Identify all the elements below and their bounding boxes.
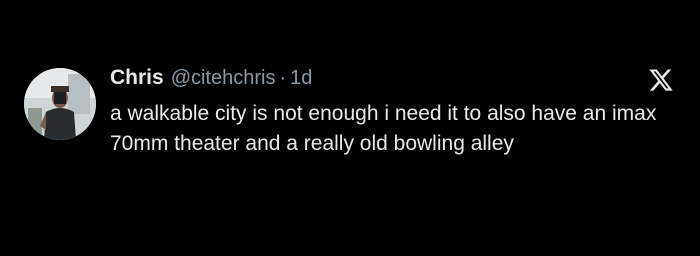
timestamp[interactable]: 1d <box>290 67 312 90</box>
user-handle[interactable]: @citehchris <box>171 67 276 90</box>
tweet-card: Chris @citehchris · 1d a walkable city i… <box>0 0 700 256</box>
avatar-photo-icon <box>24 68 96 140</box>
tweet-text: a walkable city is not enough i need it … <box>110 102 657 155</box>
tweet-header: Chris @citehchris · 1d <box>110 66 312 92</box>
x-logo-icon <box>648 67 674 93</box>
display-name[interactable]: Chris <box>110 66 164 90</box>
header-separator: · <box>279 67 287 89</box>
avatar[interactable] <box>24 68 96 140</box>
